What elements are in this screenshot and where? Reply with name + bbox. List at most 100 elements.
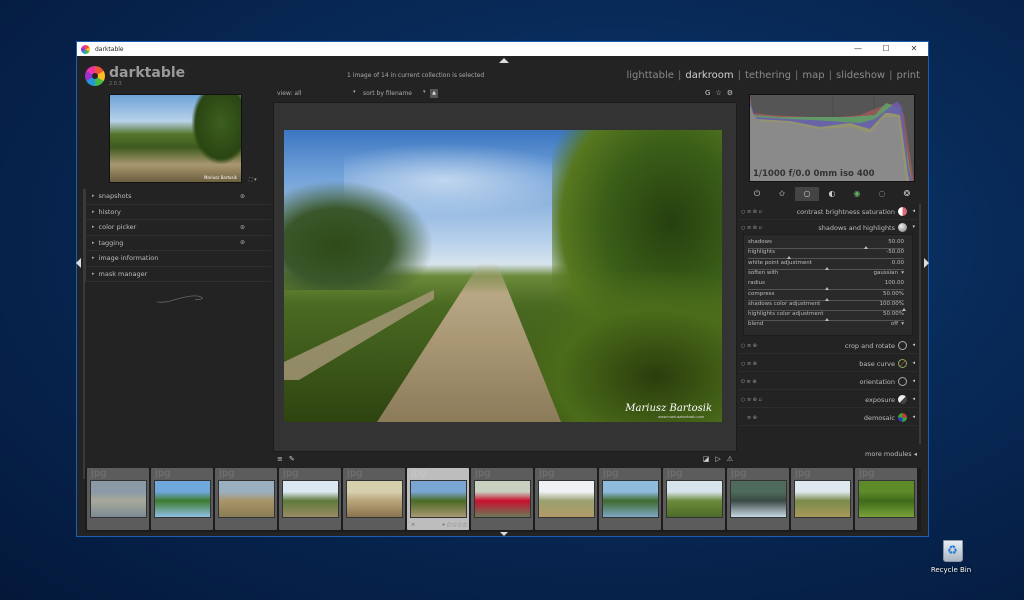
view-separator: |	[737, 70, 741, 81]
presets-menu-icon[interactable]: ≡	[277, 455, 283, 463]
reset-icon[interactable]: ⊛	[240, 193, 245, 200]
param-compress[interactable]: compress 50.00%	[748, 291, 908, 301]
reset-icon[interactable]: ⊛	[240, 224, 245, 231]
view-slideshow[interactable]: slideshow	[836, 70, 885, 81]
module-header-icons[interactable]: ≡ ⊛	[747, 415, 757, 421]
navigation-zoom-dropdown[interactable]: ⛶ ▾	[249, 177, 257, 183]
histogram[interactable]: 1/1000 f/0.0 0mm iso 400	[749, 94, 915, 182]
module-image-information[interactable]: ▸ image information	[86, 251, 271, 267]
reset-icon[interactable]: ⊛	[240, 239, 245, 246]
image-canvas[interactable]: Mariusz Bartosik www.mariuszbartosik.com	[273, 102, 737, 452]
view-darkroom[interactable]: darkroom	[685, 70, 733, 81]
filmstrip-thumbnail[interactable]: jpg	[151, 468, 213, 530]
edited-photo[interactable]: Mariusz Bartosik www.mariuszbartosik.com	[284, 130, 722, 422]
grouping-button[interactable]: G	[705, 89, 710, 97]
module-label: mask manager	[98, 269, 148, 278]
group-basic-circle-icon[interactable]: ○	[795, 187, 819, 201]
param-label: shadows color adjustment	[748, 300, 821, 307]
sort-direction-button[interactable]: ▲	[430, 89, 438, 98]
center-bottom-toolbar: ≡ ✎ ◪ ▷ ⚠	[273, 454, 737, 466]
module-header-icons[interactable]: ○ ≡ ⊛ ▫	[741, 225, 762, 231]
group-color-icon[interactable]: ◉	[845, 187, 869, 201]
filmstrip-thumbnail[interactable]: jpg	[599, 468, 661, 530]
param-radius[interactable]: radius 100.00	[748, 280, 908, 291]
filmstrip-thumbnail[interactable]: jpg × • ☆☆☆☆	[407, 468, 469, 530]
dropdown-arrow-icon[interactable]: ▾	[901, 321, 904, 327]
navigation-thumbnail[interactable]: Mariusz Bartosik	[109, 94, 242, 183]
group-tone-icon[interactable]: ◐	[820, 187, 844, 201]
filmstrip-thumbnail[interactable]: jpg	[663, 468, 725, 530]
module-contrast-brightness-saturation[interactable]: ○ ≡ ⊛ ▫ contrast brightness saturation ◂	[739, 204, 917, 220]
view-map[interactable]: map	[802, 70, 824, 81]
group-effect-icon[interactable]: ❂	[895, 187, 919, 201]
module-color-picker[interactable]: ▸ color picker ⊛	[86, 220, 271, 236]
styles-icon[interactable]: ✎	[289, 455, 295, 463]
collapse-top-panel-arrow[interactable]	[499, 58, 509, 63]
collapse-icon[interactable]: ◂	[912, 360, 915, 366]
filmstrip-thumbnail[interactable]: jpg	[727, 468, 789, 530]
module-history[interactable]: ▸ history	[86, 205, 271, 220]
overexposed-warning-icon[interactable]: ⚠	[727, 455, 733, 463]
module-orientation[interactable]: ⏻ ≡ ⊛ orientation ◂	[739, 374, 917, 390]
expanded-icon[interactable]: ▾	[912, 224, 915, 230]
reject-icon[interactable]: ×	[411, 522, 415, 528]
module-header-icons[interactable]: ○ ≡ ⊛ ▫	[741, 209, 762, 215]
module-header-icons[interactable]: ○ ≡ ⊛ ▫	[741, 397, 762, 403]
filmstrip-thumbnail[interactable]: jpg	[343, 468, 405, 530]
filmstrip-thumbnail[interactable]: jpg	[215, 468, 277, 530]
collapse-icon[interactable]: ◂	[912, 378, 915, 384]
param-shadows[interactable]: shadows 50.00	[748, 239, 908, 249]
star-rating[interactable]: • ☆☆☆☆	[442, 521, 468, 529]
filmstrip-thumbnail[interactable]: jpg	[279, 468, 341, 530]
filmstrip-thumbnail[interactable]: jpg	[87, 468, 149, 530]
dropdown-arrow-icon[interactable]: ▾	[353, 89, 356, 95]
sort-by-dropdown[interactable]: sort by filename	[363, 90, 412, 97]
more-modules-button[interactable]: more modules ◂	[865, 450, 917, 458]
param-blend[interactable]: blend off ▾	[748, 321, 908, 331]
recycle-bin[interactable]: Recycle Bin	[931, 540, 973, 574]
collapse-icon[interactable]: ◂	[912, 208, 915, 214]
param-highlights-color-adjustment[interactable]: highlights color adjustment 50.00%	[748, 311, 908, 322]
view-tethering[interactable]: tethering	[745, 70, 791, 81]
module-mask-manager[interactable]: ▸ mask manager	[86, 267, 271, 282]
filmstrip-thumbnail[interactable]: jpg	[535, 468, 597, 530]
collapse-left-panel-arrow[interactable]	[76, 258, 81, 268]
collapse-icon[interactable]: ◂	[912, 414, 915, 420]
view-lighttable[interactable]: lighttable	[626, 70, 674, 81]
view-print[interactable]: print	[897, 70, 921, 81]
param-white-point-adjustment[interactable]: white point adjustment 0.00	[748, 260, 908, 270]
module-crop-and-rotate[interactable]: ○ ≡ ⊛ crop and rotate ◂	[739, 338, 917, 354]
group-active-modules-power-icon[interactable]: ⏻	[745, 187, 769, 201]
module-header-icons[interactable]: ○ ≡ ⊛	[741, 361, 757, 367]
view-filter-dropdown[interactable]: view: all	[277, 90, 301, 97]
softproof-icon[interactable]: ◪	[703, 455, 710, 463]
filmstrip-thumbnail[interactable]: jpg	[471, 468, 533, 530]
module-tagging[interactable]: ▸ tagging ⊛	[86, 236, 271, 251]
module-base-curve[interactable]: ○ ≡ ⊛ base curve ◂	[739, 356, 917, 372]
collapse-icon[interactable]: ◂	[912, 342, 915, 348]
maximize-button[interactable]: ☐	[872, 42, 900, 56]
preferences-gear-icon[interactable]: ⚙	[727, 89, 733, 97]
thumbnail-image-rowan-berries	[474, 480, 531, 518]
gamut-check-icon[interactable]: ▷	[715, 455, 720, 463]
module-exposure[interactable]: ○ ≡ ⊛ ▫ exposure ◂	[739, 392, 917, 408]
thumbnail-image-field	[538, 480, 595, 518]
dropdown-arrow-icon[interactable]: ▾	[901, 270, 904, 276]
filmstrip-thumbnail[interactable]: jpg	[855, 468, 917, 530]
module-header-icons[interactable]: ⏻ ≡ ⊛	[741, 379, 757, 385]
module-snapshots[interactable]: ▸ snapshots ⊛	[86, 189, 271, 205]
minimize-button[interactable]: —	[844, 42, 872, 56]
module-demosaic[interactable]: ≡ ⊛ demosaic ◂	[739, 410, 917, 426]
dropdown-arrow-icon[interactable]: ▾	[423, 89, 426, 95]
module-header-icons[interactable]: ○ ≡ ⊛	[741, 343, 757, 349]
close-button[interactable]: ✕	[900, 42, 928, 56]
param-shadows-color-adjustment[interactable]: shadows color adjustment 100.00%	[748, 301, 908, 311]
filmstrip-thumbnail[interactable]: jpg	[791, 468, 853, 530]
group-favorites-star-icon[interactable]: ✩	[770, 187, 794, 201]
right-panel-scrollbar[interactable]	[919, 204, 921, 444]
param-highlights[interactable]: highlights -50.00	[748, 249, 908, 260]
collapse-icon[interactable]: ◂	[912, 396, 915, 402]
param-soften-with[interactable]: soften with gaussian ▾	[748, 270, 908, 280]
group-correct-icon[interactable]: ◌	[870, 187, 894, 201]
overlays-star-icon[interactable]: ☆	[715, 89, 721, 97]
